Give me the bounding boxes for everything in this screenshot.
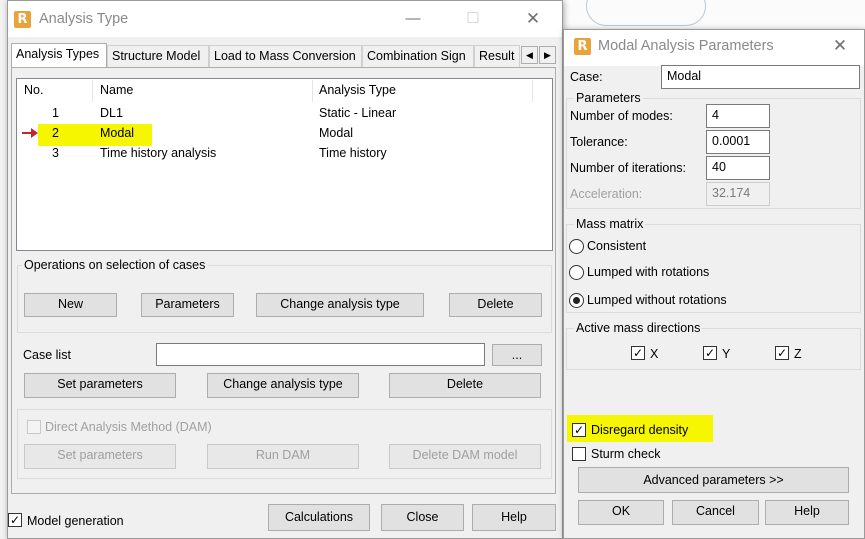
red-arrow-icon	[22, 128, 38, 138]
tolerance-label: Tolerance:	[570, 135, 628, 149]
case-set-parameters-button[interactable]: Set parameters	[24, 373, 176, 398]
modal-help-button[interactable]: Help	[765, 500, 849, 525]
dam-set-parameters-button: Set parameters	[24, 444, 176, 469]
modes-input[interactable]: 4	[706, 104, 770, 128]
row-1-name[interactable]: DL1	[100, 106, 123, 120]
checkmark-icon: ✓	[705, 346, 716, 360]
checkmark-icon: ✓	[777, 346, 788, 360]
browse-button[interactable]: ...	[492, 344, 542, 366]
robot-logo-icon: R	[574, 38, 591, 55]
column-header-type[interactable]: Analysis Type	[319, 83, 396, 97]
tab-combination-sign[interactable]: Combination Sign	[362, 45, 474, 67]
disregard-density-checkbox[interactable]: ✓	[572, 423, 586, 437]
direction-x-label: X	[650, 347, 659, 361]
direction-z-checkbox[interactable]: ✓	[775, 346, 789, 360]
column-header-no[interactable]: No.	[24, 83, 43, 97]
consistent-label: Consistent	[587, 239, 647, 253]
maximize-icon: ☐	[466, 10, 480, 27]
operations-group-label: Operations on selection of cases	[22, 258, 208, 272]
parameters-group-label: Parameters	[574, 91, 643, 105]
case-list-input[interactable]	[156, 343, 485, 366]
iterations-input[interactable]: 40	[706, 156, 770, 180]
row-2-name[interactable]: Modal	[100, 126, 134, 140]
background-shape	[586, 0, 706, 26]
row-2-type[interactable]: Modal	[319, 126, 353, 140]
close-icon[interactable]: ✕	[523, 9, 543, 29]
tab-structure-model[interactable]: Structure Model	[107, 45, 209, 67]
dam-label: Direct Analysis Method (DAM)	[45, 420, 212, 434]
tab-load-to-mass[interactable]: Load to Mass Conversion	[209, 45, 362, 67]
column-header-name[interactable]: Name	[100, 83, 133, 97]
direction-y-label: Y	[722, 347, 731, 361]
row-3-name[interactable]: Time history analysis	[100, 146, 216, 160]
disregard-density-label: Disregard density	[591, 423, 689, 437]
analysis-window-titlebar: R Analysis Type — ☐ ✕	[8, 1, 562, 37]
checkmark-icon: ✓	[633, 346, 644, 360]
model-generation-checkbox[interactable]: ✓	[8, 513, 22, 527]
consistent-radio[interactable]	[569, 239, 584, 254]
case-list-label: Case list	[23, 348, 71, 362]
sturm-check-label: Sturm check	[591, 447, 661, 461]
help-button[interactable]: Help	[472, 504, 556, 531]
column-separator	[92, 80, 93, 102]
radio-selected-dot	[573, 297, 580, 304]
row-1-no[interactable]: 1	[52, 106, 59, 120]
checkmark-icon: ✓	[10, 513, 21, 527]
row-3-type[interactable]: Time history	[319, 146, 387, 160]
row-1-type[interactable]: Static - Linear	[319, 106, 396, 120]
cancel-button[interactable]: Cancel	[672, 500, 759, 525]
model-generation-label: Model generation	[27, 514, 124, 528]
lumped-without-rotations-radio[interactable]	[569, 293, 584, 308]
lumped-with-rotations-label: Lumped with rotations	[587, 265, 710, 279]
delete-button[interactable]: Delete	[449, 293, 542, 317]
tab-result[interactable]: Result	[474, 45, 520, 67]
acceleration-input: 32.174	[706, 182, 770, 206]
modal-window-titlebar: R Modal Analysis Parameters ✕	[564, 30, 864, 66]
close-button[interactable]: Close	[381, 504, 464, 531]
row-3-no[interactable]: 3	[52, 146, 59, 160]
iterations-label: Number of iterations:	[570, 161, 687, 175]
modal-close-icon[interactable]: ✕	[829, 36, 851, 56]
column-separator	[312, 80, 313, 102]
analysis-cases-list[interactable]	[16, 78, 553, 251]
mass-matrix-group-label: Mass matrix	[574, 217, 646, 231]
ok-button[interactable]: OK	[578, 500, 664, 525]
checkmark-icon: ✓	[574, 423, 585, 437]
window-title: Analysis Type	[39, 11, 129, 27]
dam-checkbox	[27, 420, 41, 434]
case-delete-button[interactable]: Delete	[389, 373, 541, 398]
calculations-button[interactable]: Calculations	[268, 504, 370, 531]
tab-analysis-types[interactable]: Analysis Types	[11, 43, 107, 68]
new-button[interactable]: New	[24, 293, 117, 317]
run-dam-button: Run DAM	[207, 444, 359, 469]
direction-z-label: Z	[794, 347, 802, 361]
minimize-icon[interactable]: —	[403, 10, 423, 27]
tab-scroll-left-icon[interactable]: ◀	[521, 46, 538, 64]
lumped-with-rotations-radio[interactable]	[569, 265, 584, 280]
parameters-button[interactable]: Parameters	[141, 293, 234, 317]
acceleration-label: Acceleration:	[570, 187, 643, 201]
tolerance-input[interactable]: 0.0001	[706, 130, 770, 154]
sturm-check-checkbox[interactable]	[572, 447, 586, 461]
direction-x-checkbox[interactable]: ✓	[631, 346, 645, 360]
delete-dam-model-button: Delete DAM model	[389, 444, 541, 469]
column-separator	[532, 80, 533, 102]
lumped-without-rotations-label: Lumped without rotations	[587, 293, 727, 307]
direction-y-checkbox[interactable]: ✓	[703, 346, 717, 360]
robot-logo-icon: R	[14, 11, 31, 28]
case-change-analysis-type-button[interactable]: Change analysis type	[207, 373, 359, 398]
modal-window-title: Modal Analysis Parameters	[598, 38, 774, 54]
modes-label: Number of modes:	[570, 109, 673, 123]
tab-scroll-right-icon[interactable]: ▶	[539, 46, 556, 64]
case-label: Case:	[570, 70, 603, 84]
case-input[interactable]: Modal	[661, 65, 860, 89]
advanced-parameters-button[interactable]: Advanced parameters >>	[578, 467, 849, 493]
row-2-no[interactable]: 2	[52, 126, 59, 140]
change-analysis-type-button[interactable]: Change analysis type	[256, 293, 424, 317]
mass-directions-group-label: Active mass directions	[574, 321, 703, 335]
